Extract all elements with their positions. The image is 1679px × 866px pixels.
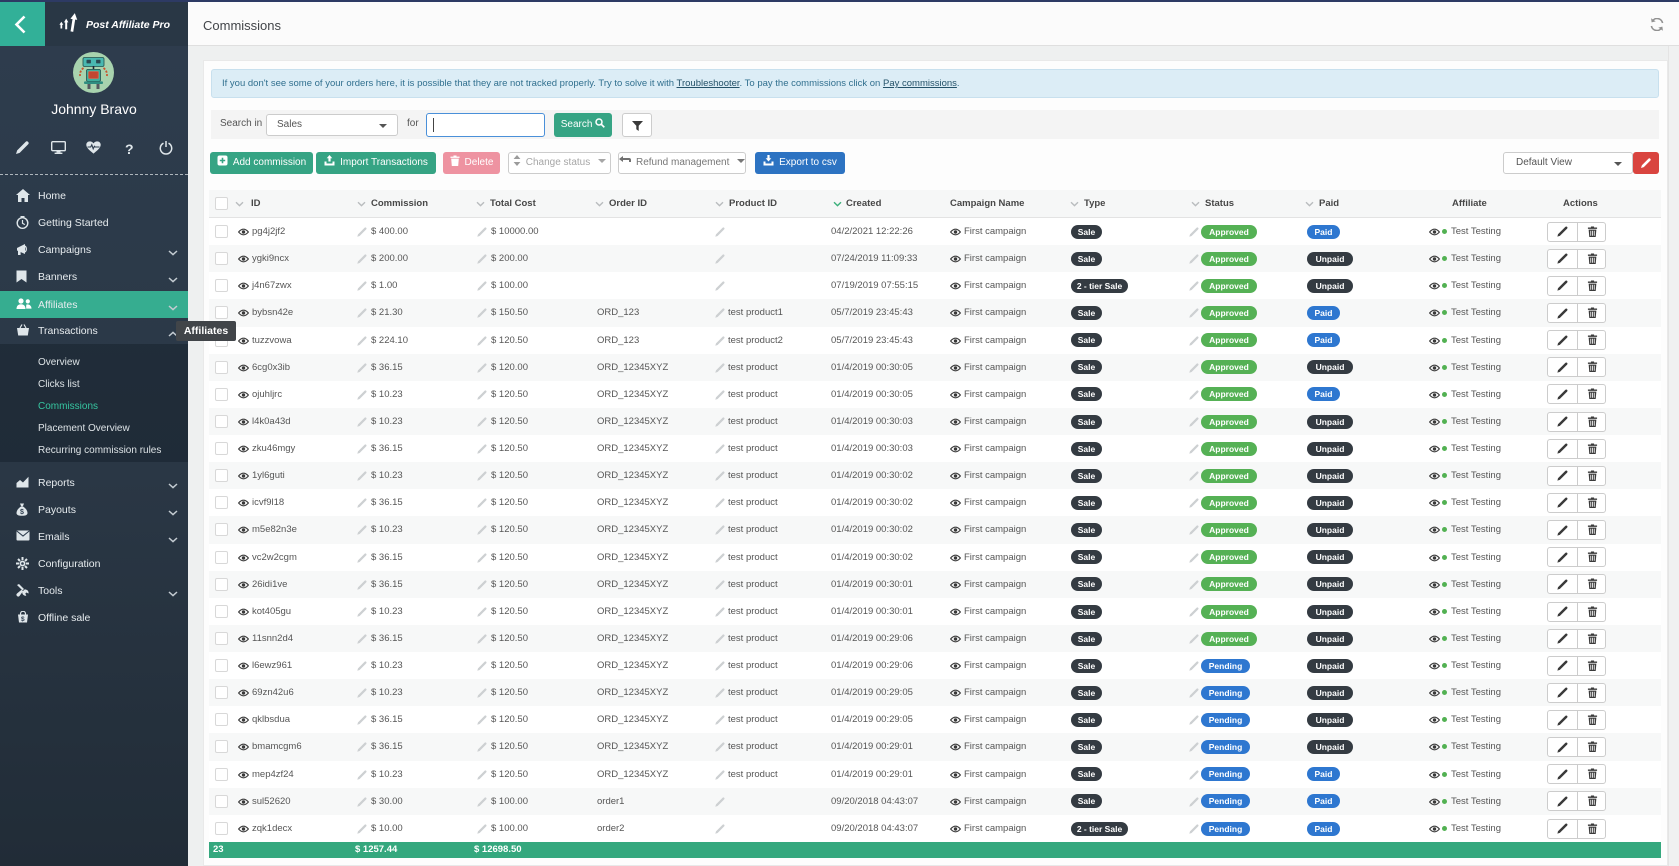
svg-text:$: $ bbox=[20, 509, 24, 516]
svg-text:$: $ bbox=[21, 616, 25, 623]
